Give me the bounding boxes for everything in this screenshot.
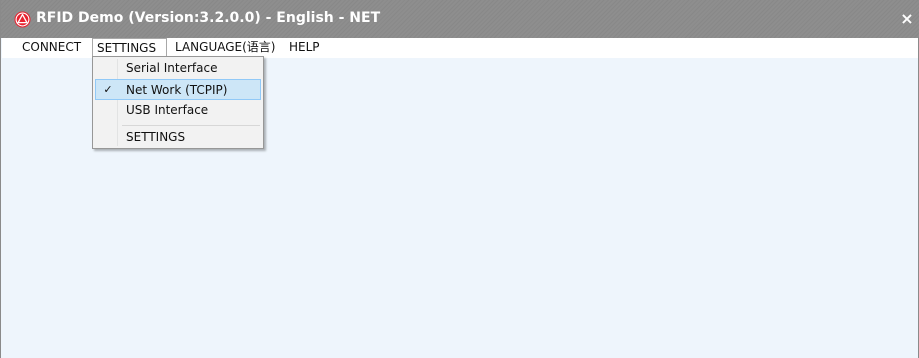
window-title: RFID Demo (Version:3.2.0.0) - English - … — [36, 10, 381, 26]
title-bar[interactable]: RFID Demo (Version:3.2.0.0) - English - … — [1, 0, 919, 38]
menu-connect[interactable]: CONNECT — [18, 38, 85, 57]
menu-language[interactable]: LANGUAGE(语言) — [171, 38, 279, 57]
main-content-area — [1, 58, 918, 358]
app-logo-icon — [14, 11, 31, 28]
menu-settings[interactable]: SETTINGS — [92, 38, 167, 57]
app-window: RFID Demo (Version:3.2.0.0) - English - … — [0, 0, 919, 358]
close-button[interactable]: × — [896, 9, 918, 29]
menu-bar: CONNECT SETTINGS LANGUAGE(语言) HELP — [2, 38, 918, 58]
menu-help[interactable]: HELP — [285, 38, 324, 57]
